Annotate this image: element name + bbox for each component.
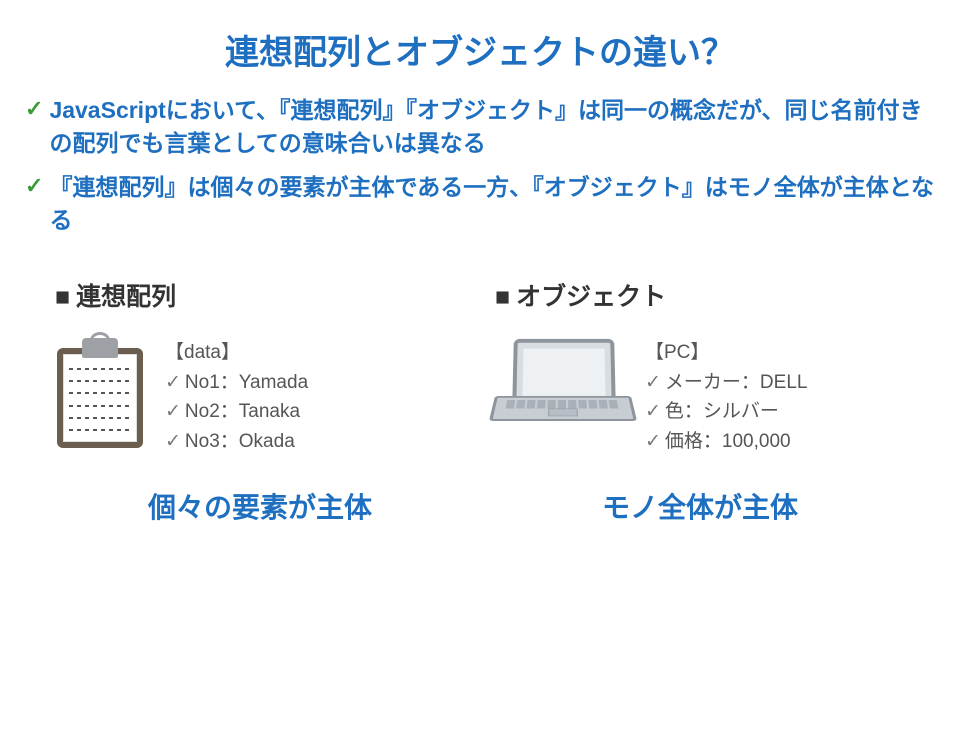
bullet-text: 『連想配列』は個々の要素が主体である一方、『オブジェクト』はモノ全体が主体となる: [49, 171, 935, 238]
check-icon: ✓: [645, 401, 661, 422]
left-column: ■連想配列 【data】 ✓No1：Yamada ✓No2：Tanaka ✓No…: [55, 277, 465, 526]
left-example-text: 【data】 ✓No1：Yamada ✓No2：Tanaka ✓No3：Okad…: [165, 338, 308, 456]
bullet-item: ✓ 『連想配列』は個々の要素が主体である一方、『オブジェクト』はモノ全体が主体と…: [25, 171, 935, 238]
example-item: ✓No2：Tanaka: [165, 397, 308, 426]
example-item: ✓No1：Yamada: [165, 368, 308, 397]
example-label: 【PC】: [645, 338, 807, 367]
check-icon: ✓: [25, 171, 43, 202]
square-icon: ■: [495, 283, 510, 311]
bullet-item: ✓ JavaScriptにおいて、『連想配列』『オブジェクト』は同一の概念だが、…: [25, 94, 935, 161]
item-text: メーカー：DELL: [665, 372, 808, 393]
laptop-icon: [495, 338, 625, 438]
example-item: ✓色：シルバー: [645, 397, 807, 426]
example-item: ✓価格：100,000: [645, 427, 807, 456]
check-icon: ✓: [645, 431, 661, 452]
left-example: 【data】 ✓No1：Yamada ✓No2：Tanaka ✓No3：Okad…: [55, 338, 465, 456]
clipboard-icon: [55, 338, 145, 448]
bullet-text: JavaScriptにおいて、『連想配列』『オブジェクト』は同一の概念だが、同じ…: [49, 94, 935, 161]
check-icon: ✓: [25, 94, 43, 125]
item-text: No2：Tanaka: [185, 401, 300, 422]
check-icon: ✓: [165, 372, 181, 393]
example-item: ✓メーカー：DELL: [645, 368, 807, 397]
item-text: 価格：100,000: [665, 431, 791, 452]
example-item: ✓No3：Okada: [165, 427, 308, 456]
example-label: 【data】: [165, 338, 308, 367]
item-text: No1：Yamada: [185, 372, 308, 393]
comparison-columns: ■連想配列 【data】 ✓No1：Yamada ✓No2：Tanaka ✓No…: [0, 277, 960, 526]
item-text: 色：シルバー: [665, 401, 779, 422]
page-title: 連想配列とオブジェクトの違い？: [0, 25, 960, 74]
right-example-text: 【PC】 ✓メーカー：DELL ✓色：シルバー ✓価格：100,000: [645, 338, 807, 456]
left-heading-text: 連想配列: [76, 283, 176, 311]
right-heading: ■オブジェクト: [495, 277, 905, 313]
left-heading: ■連想配列: [55, 277, 465, 313]
check-icon: ✓: [645, 372, 661, 393]
right-column: ■オブジェクト 【PC】 ✓メーカー：DELL ✓色：シルバー ✓価格：100,…: [495, 277, 905, 526]
right-example: 【PC】 ✓メーカー：DELL ✓色：シルバー ✓価格：100,000: [495, 338, 905, 456]
square-icon: ■: [55, 283, 70, 311]
right-heading-text: オブジェクト: [516, 283, 666, 311]
check-icon: ✓: [165, 401, 181, 422]
check-icon: ✓: [165, 431, 181, 452]
left-caption: 個々の要素が主体: [55, 486, 465, 526]
bullet-list: ✓ JavaScriptにおいて、『連想配列』『オブジェクト』は同一の概念だが、…: [25, 94, 935, 237]
item-text: No3：Okada: [185, 431, 295, 452]
right-caption: モノ全体が主体: [495, 486, 905, 526]
